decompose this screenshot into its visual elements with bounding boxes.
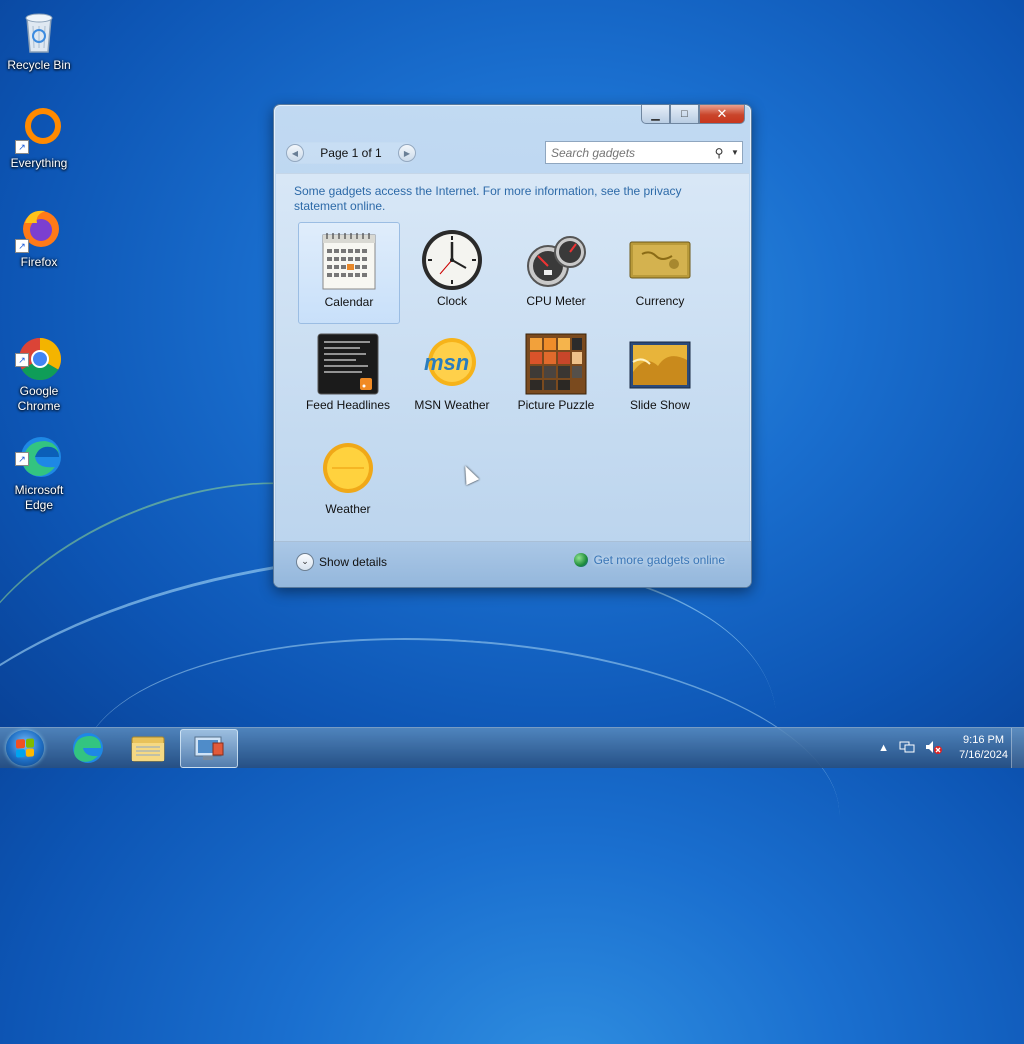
weather-sun-icon	[316, 436, 380, 500]
gadget-label: Feed Headlines	[305, 398, 391, 412]
get-more-gadgets-label: Get more gadgets online	[593, 553, 725, 567]
minimize-button[interactable]: ▁	[641, 105, 670, 124]
show-hidden-icons-button[interactable]: ▲	[878, 742, 889, 754]
desktop-icon-label: Everything	[10, 156, 68, 170]
desktop-icon-everything[interactable]: ↗ Everything	[4, 106, 74, 171]
gadget-msn-weather[interactable]: msn MSN Weather	[402, 326, 502, 426]
page-indicator: Page 1 of 1	[320, 146, 382, 160]
taskbar: ▲ 9:16 PM 7/16/2024	[0, 727, 1024, 768]
desktop-icon-label: Firefox	[20, 255, 58, 269]
edge-icon: ↗	[15, 418, 63, 477]
network-icon[interactable]	[899, 740, 915, 757]
gadget-calendar[interactable]: Calendar	[298, 222, 400, 324]
chrome-icon: ↗	[15, 319, 63, 381]
firefox-icon: ↗	[15, 205, 63, 253]
chevron-right-icon: ▶	[403, 148, 411, 158]
desktop-icon-recycle-bin[interactable]: Recycle Bin	[4, 8, 74, 73]
picture-puzzle-icon	[524, 332, 588, 396]
clock-date: 7/16/2024	[959, 749, 1008, 761]
gadget-cpu-meter[interactable]: CPU Meter	[506, 222, 606, 322]
gadget-feed-headlines[interactable]: Feed Headlines	[298, 326, 398, 426]
close-button[interactable]: ✕	[699, 105, 745, 124]
msn-weather-icon: msn	[420, 332, 484, 396]
calendar-icon	[317, 229, 381, 293]
gadget-label: Slide Show	[629, 398, 691, 412]
search-box: ⚲ ▼	[545, 141, 743, 164]
get-more-gadgets-link[interactable]: Get more gadgets online	[573, 553, 725, 567]
privacy-info-link[interactable]: Some gadgets access the Internet. For mo…	[294, 184, 704, 214]
desktop-icon-firefox[interactable]: ↗ Firefox	[4, 205, 74, 270]
feed-headlines-icon	[316, 332, 380, 396]
currency-icon	[628, 228, 692, 292]
chevron-down-icon: ⌄	[296, 553, 314, 571]
taskbar-explorer-button[interactable]	[120, 729, 176, 766]
search-dropdown-button[interactable]: ▼	[728, 148, 742, 157]
gadget-picture-puzzle[interactable]: Picture Puzzle	[506, 326, 606, 426]
everything-icon: ↗	[15, 106, 63, 154]
maximize-button[interactable]: □	[670, 105, 699, 124]
svg-text:msn: msn	[424, 350, 469, 375]
taskbar-gadgets-button[interactable]	[180, 729, 238, 768]
gadget-label: Weather	[325, 502, 371, 516]
previous-page-button[interactable]: ◀	[286, 144, 304, 162]
search-input[interactable]	[546, 144, 710, 161]
clock-time: 9:16 PM	[963, 734, 1005, 746]
desktop-icon-label: Microsoft Edge	[14, 483, 64, 512]
recycle-bin-icon	[15, 8, 63, 56]
page-navigator: ◀ Page 1 of 1 ▶	[286, 142, 416, 164]
gadget-clock[interactable]: Clock	[402, 222, 502, 322]
gadget-label: Picture Puzzle	[517, 398, 595, 412]
shortcut-arrow-icon: ↗	[15, 239, 29, 253]
gadget-gallery-window: ▁ □ ✕ ◀ Page 1 of 1 ▶ ⚲ ▼ Some gadgets a…	[273, 104, 752, 588]
taskbar-clock[interactable]: 9:16 PM 7/16/2024	[959, 733, 1008, 763]
close-icon: ✕	[716, 106, 728, 121]
show-details-label: Show details	[319, 555, 388, 569]
gadget-weather[interactable]: Weather	[298, 430, 398, 530]
chevron-left-icon: ◀	[291, 148, 299, 158]
cpu-meter-icon	[524, 228, 588, 292]
desktop-icon-label: Recycle Bin	[7, 58, 71, 72]
gadget-label: MSN Weather	[414, 398, 490, 412]
caption-buttons: ▁ □ ✕	[641, 105, 745, 124]
windows-logo-icon	[16, 738, 34, 758]
clock-icon	[420, 228, 484, 292]
gadget-label: CPU Meter	[526, 294, 586, 308]
shortcut-arrow-icon: ↗	[15, 452, 29, 466]
globe-icon	[573, 553, 588, 567]
next-page-button[interactable]: ▶	[398, 144, 416, 162]
gadget-label: Currency	[635, 294, 685, 308]
start-button[interactable]	[6, 730, 44, 766]
show-desktop-button[interactable]	[1011, 728, 1024, 768]
gadget-label: Calendar	[324, 295, 374, 309]
edge-icon	[73, 733, 103, 763]
gadgets-icon	[194, 736, 224, 760]
shortcut-arrow-icon: ↗	[15, 140, 29, 154]
desktop-icon-edge[interactable]: ↗ Microsoft Edge	[4, 403, 74, 528]
gadget-label: Clock	[436, 294, 467, 308]
show-details-button[interactable]: ⌄ Show details	[296, 553, 387, 571]
system-tray: ▲ 9:16 PM 7/16/2024	[878, 728, 1008, 768]
folder-icon	[131, 736, 165, 762]
window-footer: ⌄ Show details Get more gadgets online	[274, 541, 751, 587]
shortcut-arrow-icon: ↗	[15, 353, 29, 367]
taskbar-edge-button[interactable]	[60, 729, 116, 766]
gadget-slide-show[interactable]: Slide Show	[610, 326, 710, 426]
slide-show-icon	[628, 332, 692, 396]
search-icon[interactable]: ⚲	[710, 146, 728, 160]
maximize-icon: □	[681, 108, 688, 120]
minimize-icon: ▁	[651, 108, 660, 121]
volume-muted-icon[interactable]	[925, 740, 943, 757]
gadget-currency[interactable]: Currency	[610, 222, 710, 322]
